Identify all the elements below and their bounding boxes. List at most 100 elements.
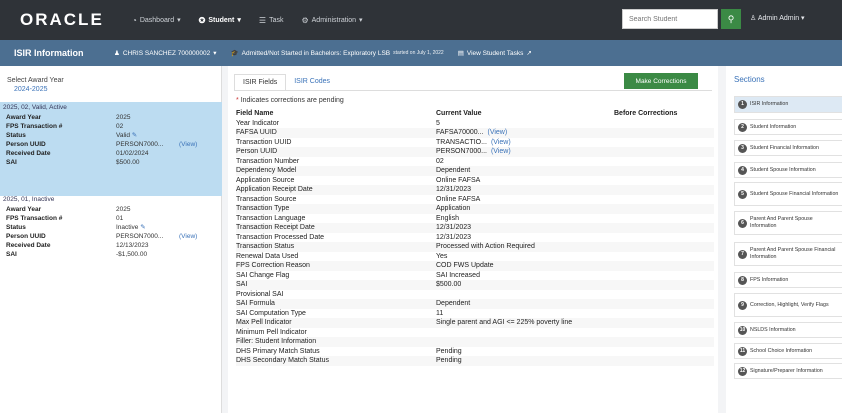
award-value: Valid ✎ [116, 131, 176, 140]
before-corrections-cell [614, 280, 714, 290]
section-item[interactable]: 2 Student Information [734, 119, 842, 135]
before-corrections-cell [614, 242, 714, 252]
award-value: 12/13/2023 [116, 242, 149, 249]
award-key: SAI [6, 159, 17, 166]
section-item[interactable]: 11 School Choice Information [734, 343, 842, 359]
section-label: Parent And Parent Spouse Financial Infor… [750, 247, 836, 260]
task-icon: ☰ [258, 15, 267, 25]
field-name-cell: Renewal Data Used [236, 252, 299, 260]
current-value-text: PERSON7000... [436, 148, 487, 155]
table-row: Application Receipt Date 12/31/2023 [236, 185, 714, 195]
current-value-text: Dependent [436, 300, 471, 307]
section-number-badge: 3 [738, 143, 747, 153]
tab-isir-codes[interactable]: ISIR Codes [286, 74, 338, 91]
award-key: SAI [6, 251, 17, 258]
award-year-selector[interactable]: 2024-2025 [14, 86, 47, 93]
before-corrections-cell [614, 356, 714, 366]
isir-subheader: ISIR Information ♟ CHRIS SANCHEZ 7000000… [0, 40, 842, 66]
admin-user-menu[interactable]: ♙ Admin Admin ▾ [750, 14, 805, 22]
award-value: Inactive ✎ [116, 223, 176, 232]
award-block-head: 2025, 02, Valid, Active [3, 104, 67, 111]
nav-dashboard[interactable]: ◔ Dashboard ▾ [132, 16, 181, 25]
award-row: FPS Transaction # 01 [3, 214, 219, 223]
award-row: SAI $500.00 [3, 158, 219, 167]
view-student-tasks-link[interactable]: ▤ View Student Tasks ↗ [458, 49, 532, 58]
current-value-text: Application [436, 205, 471, 212]
before-corrections-cell [614, 119, 714, 129]
view-link[interactable]: (View) [179, 140, 197, 149]
tab-isir-fields[interactable]: ISIR Fields [234, 74, 287, 91]
current-value-text: Online FAFSA [436, 195, 481, 203]
table-row: Transaction Language English [236, 214, 714, 224]
asterisk-icon: * [236, 97, 239, 104]
award-block-active[interactable]: 2025, 02, Valid, Active Award Year 2025 F… [0, 102, 222, 196]
oracle-logo[interactable]: ORACLE [20, 10, 132, 30]
chevron-down-icon: ▾ [237, 17, 241, 24]
section-item[interactable]: 4 Student Spouse Information [734, 162, 842, 178]
isir-fields-table: Field Name Current Value Before Correcti… [236, 109, 714, 366]
section-number-badge: 2 [738, 122, 747, 132]
section-item[interactable]: 3 Student Financial Information [734, 140, 842, 156]
field-name-cell: DHS Secondary Match Status [236, 356, 436, 366]
edit-icon[interactable]: ✎ [140, 224, 145, 231]
award-value: -$1,500.00 [116, 251, 148, 258]
nav-administration[interactable]: ⚙ Administration ▾ [301, 16, 362, 25]
section-label: Student Spouse Information [750, 166, 816, 173]
section-item[interactable]: 9 Correction, Highlight, Verify Flags [734, 293, 842, 317]
edit-icon[interactable]: ✎ [132, 132, 137, 139]
view-link[interactable]: (View) [487, 129, 507, 136]
current-value-text: Pending [436, 347, 462, 355]
current-value-text: Dependent [436, 167, 471, 174]
award-block-inactive[interactable]: 2025, 01, Inactive Award Year 2025 FPS Tr… [0, 194, 222, 284]
table-row: Transaction Receipt Date 12/31/2023 [236, 223, 714, 233]
nav-student[interactable]: ✪ Student ▾ [199, 16, 241, 25]
award-key: Status [6, 224, 26, 231]
current-value-text: Pending [436, 357, 462, 364]
search-icon: ⚲ [727, 13, 735, 24]
before-corrections-cell [614, 309, 714, 319]
before-corrections-cell [614, 318, 714, 328]
before-corrections-cell [614, 347, 714, 357]
user-icon: ♙ [750, 15, 757, 22]
page-title: ISIR Information [14, 48, 84, 58]
field-name-cell: Person UUID [236, 147, 436, 157]
section-item[interactable]: 1 ISIR Information [734, 96, 842, 113]
section-item[interactable]: 10 NSLDS Information [734, 322, 842, 338]
current-value-text: FAFSA70000... [436, 129, 484, 136]
current-value-cell: SAI Increased [436, 271, 614, 281]
current-value-text: $500.00 [436, 281, 462, 288]
table-row: SAI Formula Dependent [236, 299, 714, 309]
section-item[interactable]: 7 Parent And Parent Spouse Financial Info… [734, 242, 842, 266]
table-row: Transaction Status Processed with Action … [236, 242, 714, 252]
nav-task[interactable]: ☰ Task [259, 16, 284, 25]
before-corrections-cell [614, 166, 714, 176]
award-row: SAI -$1,500.00 [3, 250, 219, 259]
section-number-badge: 4 [738, 165, 747, 175]
view-link[interactable]: (View) [491, 139, 511, 146]
section-item[interactable]: 12 Signature/Preparer Information [734, 363, 842, 379]
section-item[interactable]: 8 FPS Information [734, 272, 842, 288]
current-value-text: 12/31/2023 [436, 224, 472, 231]
current-value-text: 12/31/2023 [436, 233, 472, 241]
view-link[interactable]: (View) [179, 232, 197, 241]
make-corrections-button[interactable]: Make Corrections [624, 73, 698, 89]
search-student-input[interactable] [622, 9, 718, 29]
award-year-panel: Select Award Year 2024-2025 2025, 02, Va… [0, 66, 222, 413]
current-value-cell: Dependent [436, 166, 614, 176]
view-student-tasks-label: View Student Tasks [466, 49, 524, 57]
student-selector[interactable]: ♟ CHRIS SANCHEZ 700000002 ▾ [114, 49, 217, 58]
search-button[interactable]: ⚲ [721, 9, 741, 29]
field-name-cell: SAI Formula [236, 299, 436, 309]
award-value: 02 [116, 123, 124, 130]
section-label: Student Financial Information [750, 144, 819, 151]
field-name-cell: Provisional SAI [236, 290, 284, 298]
section-item[interactable]: 6 Parent And Parent Spouse Information [734, 211, 842, 235]
field-name-cell: Application Receipt Date [236, 185, 436, 195]
isir-tabs: ISIR Fields ISIR Codes [234, 74, 338, 91]
current-value-text: TRANSACTIO... [436, 138, 487, 146]
view-link[interactable]: (View) [491, 148, 511, 155]
award-key: Award Year [6, 114, 42, 121]
before-corrections-cell [614, 147, 714, 157]
award-value: PERSON7000... [116, 233, 164, 240]
section-item[interactable]: 5 Student Spouse Financial Information [734, 182, 842, 206]
